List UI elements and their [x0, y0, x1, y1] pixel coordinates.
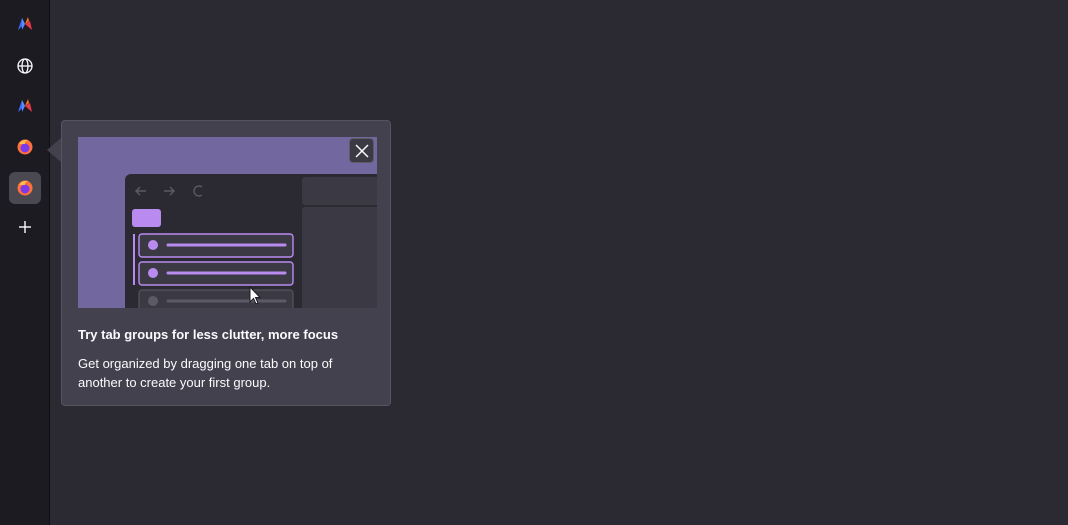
globe-icon: [17, 58, 33, 74]
sidebar-add-button[interactable]: [9, 211, 41, 243]
sidebar-globe[interactable]: [9, 50, 41, 82]
tab-groups-illustration: [78, 137, 377, 308]
tab-groups-popup: Try tab groups for less clutter, more fo…: [61, 120, 391, 406]
close-icon: [354, 143, 369, 158]
sidebar-firefox[interactable]: [9, 131, 41, 163]
popup-title: Try tab groups for less clutter, more fo…: [78, 327, 339, 342]
sidebar-firefox-active[interactable]: [9, 172, 41, 204]
app-logo-icon: [18, 17, 32, 30]
firefox-icon: [17, 139, 33, 155]
popup-body: Get organized by dragging one tab on top…: [78, 356, 333, 390]
sidebar: [0, 0, 50, 525]
plus-icon: [19, 221, 31, 233]
popup-arrow: [47, 138, 61, 162]
app-logo-icon: [18, 99, 32, 112]
illustration-graphic: [78, 137, 377, 308]
firefox-icon: [17, 180, 33, 196]
close-button[interactable]: [349, 138, 374, 163]
sidebar-app-logo-2[interactable]: [9, 90, 41, 122]
sidebar-app-logo[interactable]: [9, 8, 41, 40]
